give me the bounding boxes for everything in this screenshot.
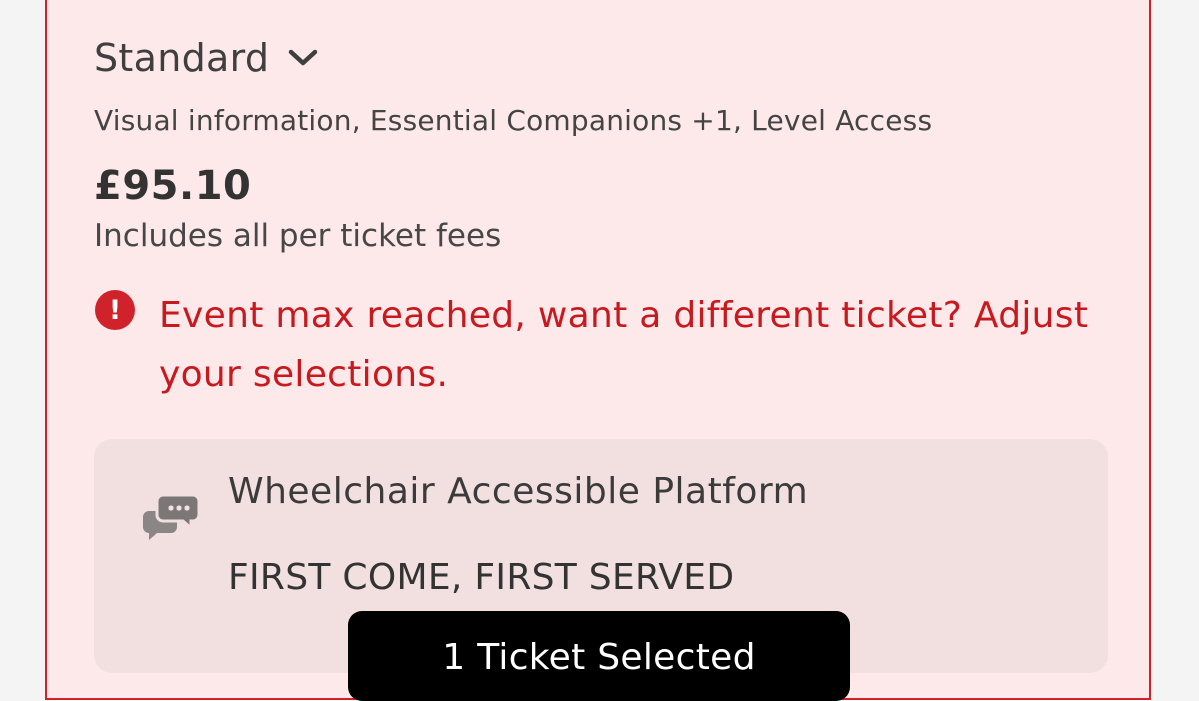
ticket-price: £95.10	[94, 163, 252, 209]
panel-title: Wheelchair Accessible Platform	[228, 471, 809, 512]
chat-bubbles-icon	[143, 491, 201, 543]
panel-subtitle: FIRST COME, FIRST SERVED	[228, 557, 735, 598]
ticket-type-label: Standard	[94, 36, 270, 80]
tickets-selected-label: 1 Ticket Selected	[442, 637, 756, 678]
tickets-selected-button[interactable]: 1 Ticket Selected	[348, 611, 850, 701]
error-icon: !	[95, 290, 135, 330]
ticket-type-dropdown[interactable]: Standard	[94, 36, 321, 80]
chevron-down-icon[interactable]	[285, 46, 321, 70]
error-message: Event max reached, want a different tick…	[159, 295, 1089, 395]
ticket-card: Standard Visual information, Essential C…	[45, 0, 1151, 700]
fees-note: Includes all per ticket fees	[94, 218, 502, 254]
access-features: Visual information, Essential Companions…	[94, 104, 933, 137]
